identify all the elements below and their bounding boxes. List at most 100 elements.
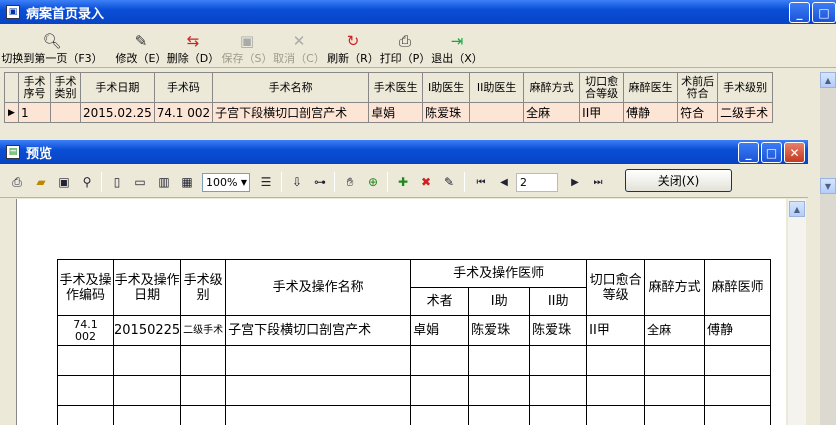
- report-cell: 子宫下段横切口剖宫产术: [225, 315, 412, 346]
- col-header[interactable]: I助医生: [422, 72, 471, 103]
- report-header: 手术及操作日期: [112, 259, 182, 316]
- cancel-icon: ✕: [292, 32, 306, 50]
- grid-cell[interactable]: 符合: [677, 102, 719, 123]
- edit-label: 修改（E）: [115, 52, 167, 65]
- print-button[interactable]: ⎙ 打印（P）: [379, 28, 431, 66]
- separator: [281, 172, 282, 192]
- report-empty-row: [57, 375, 772, 406]
- zoom-icon[interactable]: ⊕: [364, 174, 382, 190]
- col-header[interactable]: 切口愈合等级: [579, 72, 625, 103]
- preview-title-bar: ▤ 预览: [0, 140, 808, 164]
- grid-cell[interactable]: 子宫下段横切口剖宫产术: [212, 102, 370, 123]
- main-minimize-button[interactable]: _: [789, 2, 810, 23]
- preview-close-action-button[interactable]: 关闭(X): [625, 169, 732, 192]
- cancel-button[interactable]: ✕ 取消（C）: [273, 28, 325, 66]
- find-icon[interactable]: ⚲: [78, 174, 96, 190]
- grid-cell[interactable]: 陈爱珠: [422, 102, 471, 123]
- add-page-icon[interactable]: ✚: [394, 174, 412, 190]
- grid-cell[interactable]: 傅静: [623, 102, 679, 123]
- first-page-icon[interactable]: ⏮: [472, 174, 490, 190]
- printer-icon: ⎙: [398, 32, 411, 50]
- grid-cell[interactable]: II甲: [579, 102, 625, 123]
- col-header[interactable]: 手术序号: [18, 72, 51, 103]
- preview-close-button[interactable]: ✕: [784, 142, 805, 163]
- two-pages-icon[interactable]: ▥: [155, 174, 173, 190]
- print-label: 打印（P）: [379, 52, 431, 65]
- main-title-bar: ▣ 病案首页录入: [0, 0, 836, 24]
- report-table: 手术及操作编码 手术及操作日期 手术级别 手术及操作名称 手术及操作医师 切口愈…: [57, 259, 772, 425]
- col-header[interactable]: 术前后符合: [677, 72, 719, 103]
- prev-page-icon[interactable]: ◀: [495, 174, 513, 190]
- grid-cell[interactable]: 二级手术: [717, 102, 774, 123]
- preview-vertical-scrollbar[interactable]: ▲: [788, 199, 806, 425]
- main-maximize-button[interactable]: □: [812, 2, 836, 23]
- refresh-icon: ↻: [346, 32, 360, 50]
- scroll-up-icon[interactable]: ▲: [789, 201, 805, 217]
- edit-icon: ✎: [134, 32, 148, 50]
- col-header[interactable]: 手术码: [153, 72, 214, 103]
- preview-minimize-button[interactable]: _: [738, 142, 759, 163]
- report-header: 手术及操作名称: [225, 259, 412, 316]
- grid-cell[interactable]: 全麻: [523, 102, 581, 123]
- grid-cell[interactable]: 卓娟: [368, 102, 424, 123]
- open-folder-icon[interactable]: ▰: [32, 174, 50, 190]
- app-icon: ▣: [6, 5, 20, 19]
- main-vertical-scrollbar[interactable]: ▲ ▼: [820, 72, 836, 425]
- separator: [387, 172, 388, 192]
- page-input[interactable]: 2: [516, 173, 558, 192]
- hand-icon[interactable]: ✋︎: [341, 174, 359, 190]
- col-header[interactable]: II助医生: [469, 72, 525, 103]
- col-header[interactable]: 麻醉医生: [623, 72, 679, 103]
- last-page-icon[interactable]: ⏭: [589, 174, 607, 190]
- preview-maximize-button[interactable]: □: [761, 142, 782, 163]
- scroll-down-icon[interactable]: ▼: [820, 178, 836, 194]
- next-page-icon[interactable]: ▶: [566, 174, 584, 190]
- save-button[interactable]: ▣ 保存（S）: [222, 28, 273, 66]
- maximize-icon: □: [765, 145, 778, 160]
- grid-cell[interactable]: 1: [18, 102, 51, 123]
- separator: [464, 172, 465, 192]
- report-empty-row: [57, 345, 772, 376]
- save-icon: ▣: [239, 32, 255, 50]
- page-width-icon[interactable]: ▭: [131, 174, 149, 190]
- report-header: 术者: [410, 287, 470, 316]
- table-row[interactable]: ▶ 1 2015.02.25 74.1 002 子宫下段横切口剖宫产术 卓娟 陈…: [4, 102, 774, 123]
- export-icon[interactable]: ⇩: [288, 174, 306, 190]
- close-action-label: 关闭(X): [657, 174, 700, 188]
- cancel-label: 取消（C）: [273, 52, 325, 65]
- exit-button[interactable]: ⇥ 退出（X）: [431, 28, 483, 66]
- col-header[interactable]: 手术医生: [368, 72, 424, 103]
- save-icon[interactable]: ▣: [55, 174, 73, 190]
- row-pointer-icon: ▶: [4, 102, 19, 123]
- delete-button[interactable]: ⇆ 删除（D）: [166, 28, 220, 66]
- zoom-select[interactable]: 100% ▼: [202, 173, 250, 192]
- grid-cell[interactable]: [50, 102, 81, 123]
- outline-icon[interactable]: ☰: [257, 174, 275, 190]
- zoom-value: 100%: [206, 176, 238, 189]
- print-icon[interactable]: ⎙: [8, 174, 26, 190]
- col-header[interactable]: 手术级别: [717, 72, 774, 103]
- main-window-title: 病案首页录入: [26, 6, 105, 22]
- refresh-button[interactable]: ↻ 刷新（R）: [327, 28, 379, 66]
- scroll-up-icon[interactable]: ▲: [820, 72, 836, 88]
- grid-cell[interactable]: 74.1 002: [153, 102, 214, 123]
- row-header-corner: [4, 72, 19, 103]
- multi-pages-icon[interactable]: ▦: [178, 174, 196, 190]
- delete-page-icon[interactable]: ✖: [417, 174, 435, 190]
- col-header[interactable]: 手术日期: [80, 72, 155, 103]
- first-page-button[interactable]: 🔍︎ 切换到第一页（F3）: [1, 28, 103, 66]
- edit-page-icon[interactable]: ✎: [440, 174, 458, 190]
- col-header[interactable]: 手术类别: [50, 72, 81, 103]
- minimize-icon: _: [796, 5, 803, 20]
- grid-header-row: 手术序号 手术类别 手术日期 手术码 手术名称 手术医生 I助医生 II助医生 …: [4, 72, 774, 103]
- refresh-label: 刷新（R）: [327, 52, 379, 65]
- delete-label: 删除（D）: [166, 52, 220, 65]
- col-header[interactable]: 手术名称: [212, 72, 370, 103]
- tree-icon[interactable]: ⊶: [311, 174, 329, 190]
- single-page-icon[interactable]: ▯: [108, 174, 126, 190]
- grid-cell[interactable]: [469, 102, 525, 123]
- edit-button[interactable]: ✎ 修改（E）: [115, 28, 167, 66]
- col-header[interactable]: 麻醉方式: [523, 72, 581, 103]
- grid-cell[interactable]: 2015.02.25: [80, 102, 155, 123]
- first-page-label: 切换到第一页（F3）: [1, 52, 103, 65]
